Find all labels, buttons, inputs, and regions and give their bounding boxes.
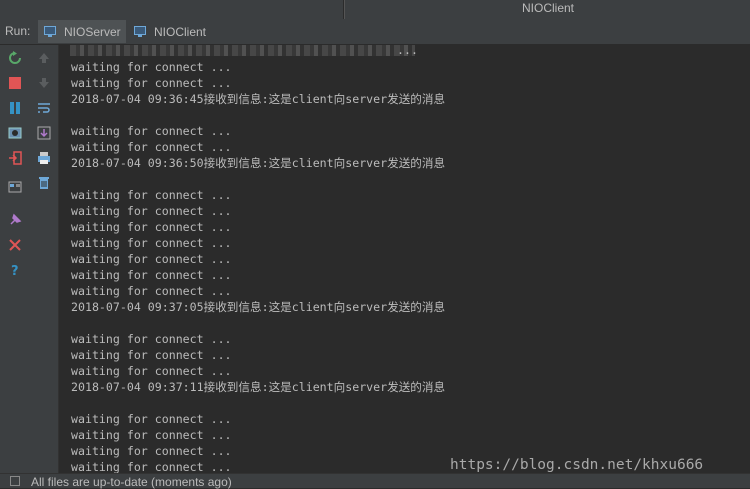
top-bar: NIOClient — [0, 0, 750, 19]
tab-label: NIOServer — [64, 24, 121, 39]
window-title: NIOClient — [521, 1, 574, 15]
run-label: Run: — [5, 24, 31, 38]
console-line: waiting for connect ... — [71, 76, 232, 90]
watermark: https://blog.csdn.net/khxu666 — [450, 457, 704, 473]
console-line: waiting for connect ... — [71, 284, 232, 298]
console-line: waiting for connect ... — [71, 236, 232, 250]
console-actions-bar — [30, 45, 59, 473]
svg-text:?: ? — [11, 264, 19, 277]
console-line: waiting for connect ... — [71, 460, 232, 473]
console-line: 2018-07-04 09:36:45接收到信息:这是client向server… — [71, 92, 446, 106]
console-icon — [134, 25, 148, 38]
window-header: NIOClient — [344, 0, 750, 19]
up-arrow-icon[interactable] — [37, 51, 51, 65]
console-line: 2018-07-04 09:36:50接收到信息:这是client向server… — [71, 156, 446, 170]
down-arrow-icon[interactable] — [37, 76, 51, 90]
status-bar: All files are up-to-date (moments ago) — [0, 473, 750, 489]
tab-label: NIOClient — [154, 24, 207, 39]
console-line: 2018-07-04 09:37:11接收到信息:这是client向server… — [71, 380, 446, 394]
help-icon[interactable]: ? — [8, 263, 22, 277]
top-left-pane — [0, 0, 344, 19]
soft-wrap-icon[interactable] — [37, 101, 51, 115]
exit-icon[interactable] — [8, 151, 22, 165]
layout-icon[interactable] — [8, 180, 22, 194]
console-line: waiting for connect ... — [71, 348, 232, 362]
console-line: waiting for connect ... — [71, 124, 232, 138]
pin-icon[interactable] — [8, 213, 22, 227]
console-line: waiting for connect ... — [71, 412, 232, 426]
tab-nioclient[interactable]: NIOClient — [128, 20, 214, 43]
dump-threads-icon[interactable] — [8, 126, 22, 140]
clear-all-icon[interactable] — [37, 176, 51, 190]
close-icon[interactable] — [8, 238, 22, 252]
pause-icon[interactable] — [8, 101, 22, 115]
run-toolbar: Run: NIOServer NIOClient — [0, 19, 750, 45]
stop-icon[interactable] — [8, 76, 22, 90]
console-line: waiting for connect ... — [71, 268, 232, 282]
console-line: waiting for connect ... — [71, 444, 232, 458]
console-line: waiting for connect ... — [71, 428, 232, 442]
obscured-text — [70, 45, 415, 56]
console-icon — [44, 25, 58, 38]
console-line: 2018-07-04 09:37:05接收到信息:这是client向server… — [71, 300, 446, 314]
rerun-icon[interactable] — [8, 51, 22, 65]
console-line: waiting for connect ... — [71, 220, 232, 234]
console-line: waiting for connect ... — [71, 252, 232, 266]
run-actions-bar: ? — [0, 45, 30, 473]
tab-nioserver[interactable]: NIOServer — [38, 20, 126, 43]
console-line: waiting for connect ... — [71, 140, 232, 154]
console-line: waiting for connect ... — [71, 332, 232, 346]
print-icon[interactable] — [37, 151, 51, 165]
console-partial-text: ... — [397, 45, 418, 57]
status-icon[interactable] — [10, 476, 20, 486]
console-line: waiting for connect ... — [71, 364, 232, 378]
console-output[interactable]: ... waiting for connect ... waiting for … — [59, 45, 750, 473]
console-line: waiting for connect ... — [71, 188, 232, 202]
console-line: waiting for connect ... — [71, 204, 232, 218]
console-line: waiting for connect ... — [71, 60, 232, 74]
scroll-to-end-icon[interactable] — [37, 126, 51, 140]
